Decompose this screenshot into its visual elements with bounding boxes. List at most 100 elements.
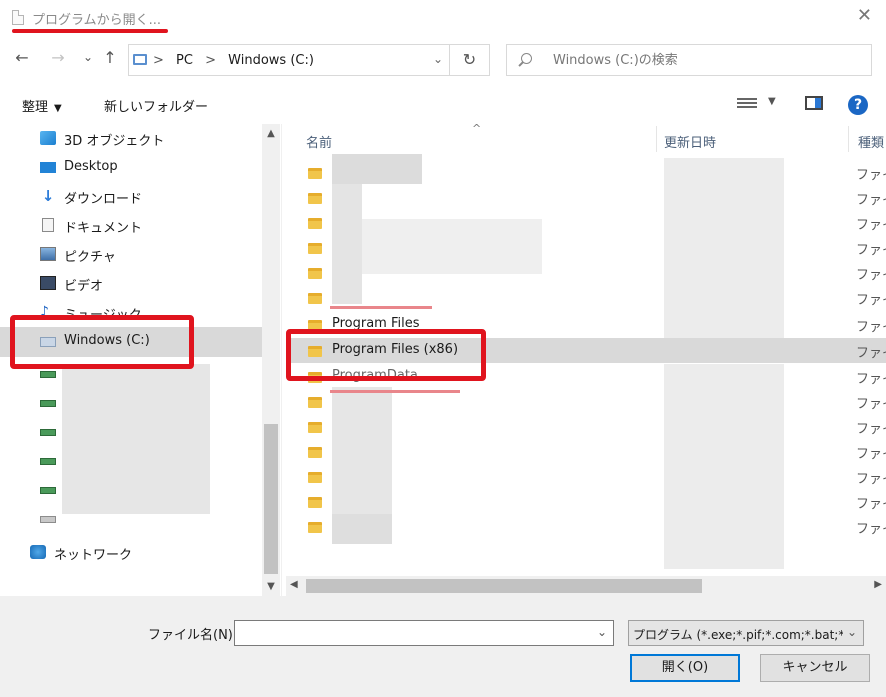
file-list-horizontal-scrollbar[interactable]: ◀ ▶ [286,576,886,596]
file-row[interactable]: ファイ [286,160,886,185]
file-row[interactable]: ファイ [286,210,886,235]
organize-button[interactable]: 整理 ▼ [22,96,62,115]
chevron-down-icon: ⌄ [846,625,857,639]
file-row[interactable]: ファイ [286,514,886,539]
file-name: Program Files (x86) [332,342,459,357]
search-box[interactable] [506,44,872,76]
file-row[interactable]: ファイ [286,185,886,210]
folder-icon [308,497,322,508]
pictures-icon [40,247,56,261]
document-icon [12,10,24,25]
column-header-name[interactable]: 名前 [306,132,332,151]
sidebar-item-3d-objects[interactable]: 3D オブジェクト [0,124,262,153]
breadcrumb-item-pc[interactable]: PC [176,53,193,68]
sidebar-item-windows-c[interactable]: Windows (C:) [0,327,262,357]
view-options-caret-icon[interactable]: ▼ [768,96,776,107]
folder-icon [308,472,322,483]
sidebar-item-desktop[interactable]: Desktop [0,153,262,182]
file-type: ファイ [856,422,886,437]
sidebar-item-network[interactable]: ネットワーク [0,538,262,567]
file-row[interactable]: ファイ [286,439,886,464]
view-options-icon[interactable] [737,96,757,112]
file-type: ファイ [856,346,886,361]
help-icon[interactable]: ? [848,95,868,115]
sidebar-item-videos[interactable]: ビデオ [0,269,262,298]
file-name: Program Files [332,316,420,331]
sidebar-item-pictures[interactable]: ピクチャ [0,240,262,269]
sidebar-item-music[interactable]: ♪ ミュージック [0,298,262,327]
removable-drive-icon [40,516,56,523]
breadcrumb: > PC > Windows (C:) [153,53,322,68]
folder-icon [308,397,322,408]
file-row-program-files-x86[interactable]: Program Files (x86) ファイ [286,338,886,363]
file-row[interactable]: ファイ [286,260,886,285]
file-row[interactable]: ファイ [286,489,886,514]
file-row[interactable]: ファイ [286,235,886,260]
back-arrow-icon[interactable]: ← [12,48,32,67]
scroll-up-icon[interactable]: ▲ [262,128,280,139]
open-button[interactable]: 開く(O) [630,654,740,682]
cancel-button[interactable]: キャンセル [760,654,870,682]
organize-label: 整理 [22,100,49,115]
file-type: ファイ [856,320,886,335]
cube-icon [40,131,56,145]
file-type: ファイ [856,218,886,233]
window-title: プログラムから開く... [32,13,162,28]
sidebar-item-label: Windows (C:) [64,333,150,348]
external-drive-icon [40,429,56,436]
up-arrow-icon[interactable]: ↑ [100,48,120,67]
folder-icon [308,447,322,458]
sidebar-item-documents[interactable]: ドキュメント [0,211,262,240]
document-icon [42,218,54,232]
recent-locations-chevron-icon[interactable]: ⌄ [78,50,98,64]
scrollbar-thumb[interactable] [264,424,278,574]
new-folder-button[interactable]: 新しいフォルダー [104,96,208,115]
column-divider[interactable] [656,126,657,152]
scrollbar-thumb[interactable] [306,579,702,593]
search-icon [521,53,532,64]
file-type: ファイ [856,168,886,183]
filename-field[interactable]: ⌄ [234,620,614,646]
sidebar-item-label: 3D オブジェクト [64,134,165,149]
file-type: ファイ [856,447,886,462]
scroll-down-icon[interactable]: ▼ [262,581,280,592]
column-header-date[interactable]: 更新日時 [664,132,716,151]
close-icon[interactable]: ✕ [857,6,872,26]
navigation-pane-scrollbar[interactable]: ▲ ▼ [262,124,280,596]
download-icon: ↓ [41,187,55,205]
folder-icon [308,346,322,357]
refresh-icon[interactable]: ↻ [450,44,490,76]
address-bar[interactable]: > PC > Windows (C:) ⌄ [128,44,450,76]
file-type-filter[interactable]: プログラム (*.exe;*.pif;*.com;*.bat;* ⌄ [628,620,864,646]
folder-icon [308,193,322,204]
sidebar-item-downloads[interactable]: ↓ ダウンロード [0,182,262,211]
column-divider[interactable] [848,126,849,152]
breadcrumb-item-drive[interactable]: Windows (C:) [228,53,314,68]
network-icon [30,545,46,559]
drive-icon [40,337,56,347]
chevron-down-icon[interactable]: ⌄ [597,625,607,639]
folder-icon [308,168,322,179]
preview-pane-icon[interactable] [805,96,823,110]
file-name: ProgramData [332,368,418,383]
column-header-type[interactable]: 種類 [858,132,884,151]
file-row[interactable]: ファイ [286,414,886,439]
file-row-program-files[interactable]: Program Files ファイ [286,312,886,337]
scroll-right-icon[interactable]: ▶ [874,579,882,590]
file-type: ファイ [856,472,886,487]
file-type: ファイ [856,268,886,283]
file-row-programdata[interactable]: ProgramData ファイ [286,364,886,389]
forward-arrow-icon[interactable]: → [48,48,68,67]
folder-icon [308,422,322,433]
scroll-left-icon[interactable]: ◀ [290,579,298,590]
file-row[interactable]: ファイ [286,464,886,489]
sidebar-item-label: ビデオ [64,279,104,294]
search-input[interactable] [553,51,853,69]
column-headers: ^ 名前 更新日時 種類 [286,124,886,154]
file-type: ファイ [856,397,886,412]
address-dropdown-chevron-icon[interactable]: ⌄ [433,52,443,66]
redaction-line [330,390,460,393]
filename-input[interactable] [239,624,579,642]
sidebar-item-label: ドキュメント [64,221,143,236]
folder-icon [308,372,322,383]
